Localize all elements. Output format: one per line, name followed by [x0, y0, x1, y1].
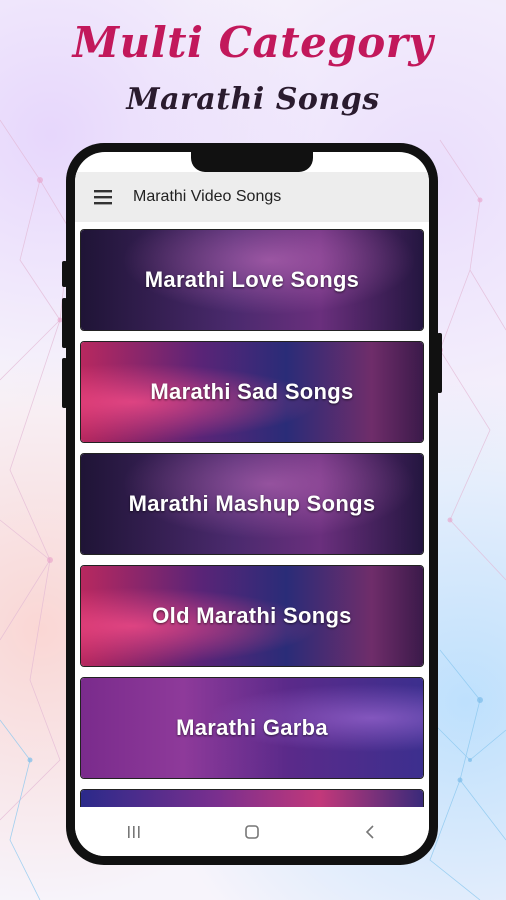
recent-apps-button[interactable]: [114, 812, 154, 852]
category-label: Marathi Garba: [176, 715, 328, 740]
side-button: [62, 358, 67, 408]
category-label: Marathi Mashup Songs: [128, 491, 376, 516]
volume-button: [62, 261, 67, 287]
phone-notch: [191, 152, 313, 172]
category-card-sad[interactable]: Marathi Sad Songs: [80, 341, 424, 443]
back-icon: [365, 824, 374, 839]
category-label: Marathi Love Songs: [144, 267, 360, 292]
phone-frame: Marathi Video Songs Marathi Love Songs M…: [62, 143, 442, 865]
category-label: Old Marathi Songs: [152, 603, 352, 628]
category-card-mashup[interactable]: Marathi Mashup Songs: [80, 453, 424, 555]
category-card-garba[interactable]: Marathi Garba: [80, 677, 424, 779]
app-bar: Marathi Video Songs: [75, 172, 429, 222]
promo-headline-2: Marathi Songs: [126, 82, 380, 117]
home-button[interactable]: [232, 812, 272, 852]
menu-button[interactable]: [75, 172, 133, 222]
home-icon: [245, 824, 259, 839]
app-title: Marathi Video Songs: [133, 188, 282, 205]
recent-apps-icon: [128, 825, 140, 838]
hamburger-menu-icon: [94, 190, 112, 205]
category-label: Marathi Sad Songs: [150, 379, 354, 404]
category-list: Marathi Love Songs Marathi Sad Songs Mar…: [80, 229, 424, 835]
system-nav-bar: [75, 807, 429, 856]
promo-headline-1: Multi Category: [72, 18, 434, 67]
power-button: [62, 298, 67, 348]
back-button[interactable]: [350, 812, 390, 852]
category-card-old[interactable]: Old Marathi Songs: [80, 565, 424, 667]
right-side-button: [437, 333, 442, 393]
phone-screen: Marathi Video Songs Marathi Love Songs M…: [75, 152, 429, 856]
category-card-love[interactable]: Marathi Love Songs: [80, 229, 424, 331]
